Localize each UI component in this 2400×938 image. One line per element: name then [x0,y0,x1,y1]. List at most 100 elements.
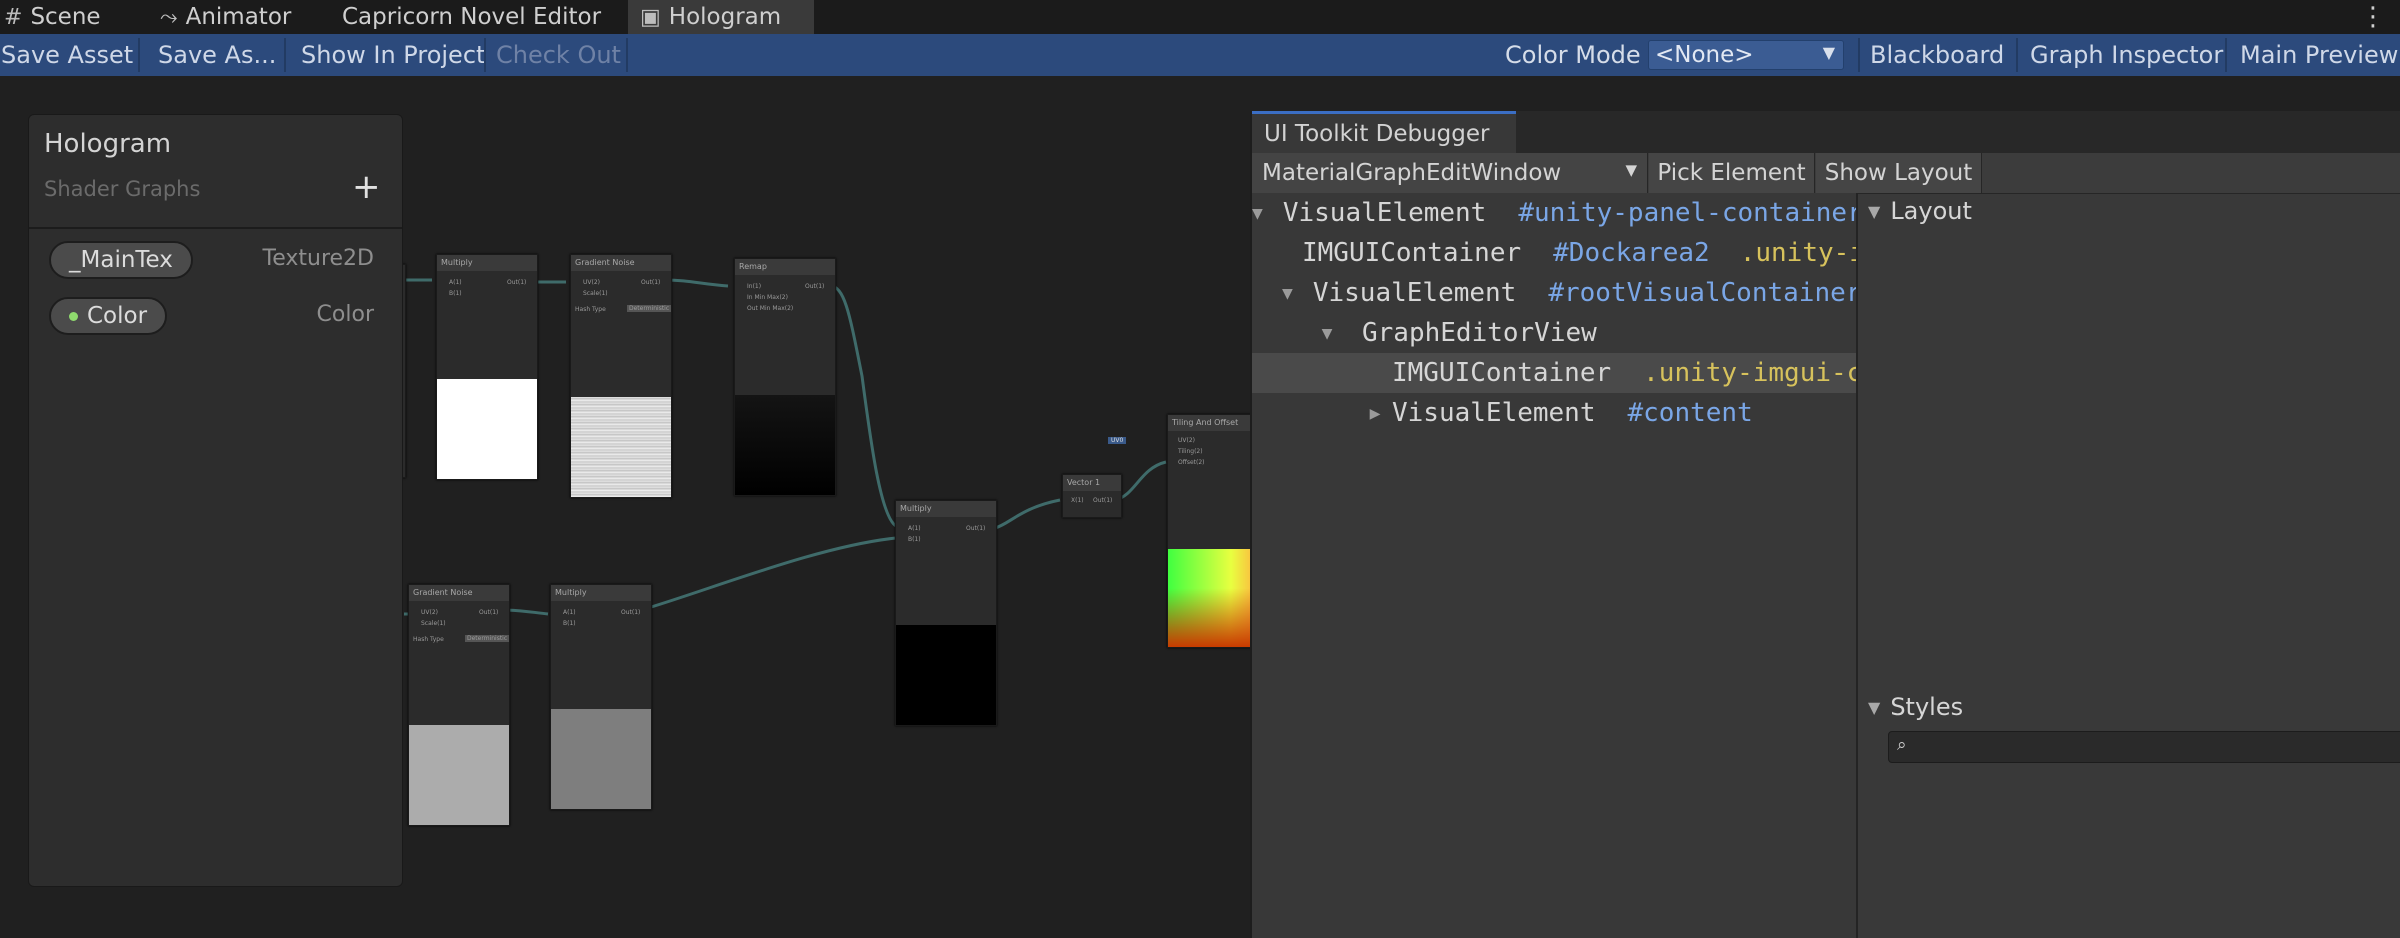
toolbar-divider [138,38,140,72]
port-label[interactable]: B(1) [908,536,921,543]
graph-canvas[interactable]: Multiply A(1) B(1) Out(1) Gradient Noise… [0,76,1252,938]
tab-ui-toolkit-debugger[interactable]: UI Toolkit Debugger [1252,111,1516,153]
expand-triangle-icon[interactable]: ▶ [1360,403,1390,424]
port-label[interactable]: UV(2) [583,279,600,286]
hash-type-dropdown[interactable]: Deterministic [627,305,672,312]
save-asset-button[interactable]: Save Asset [1,34,133,76]
wire [829,284,898,528]
port-label[interactable]: B(1) [449,290,462,297]
wire [994,498,1061,530]
search-icon: ⌕ [1897,735,1907,755]
show-layout-button[interactable]: Show Layout [1816,153,1982,193]
port-label: Hash Type [413,636,444,643]
port-label[interactable]: Tiling(2) [1178,448,1203,455]
port-label[interactable]: Out(1) [507,279,526,286]
node-gradient-noise[interactable]: Gradient Noise UV(2) Scale(1) Out(1) Has… [570,254,672,498]
port-label[interactable]: In(1) [747,283,761,290]
hierarchy-tree[interactable]: ▼ VisualElement #unity-panel-container I… [1252,193,1858,938]
element-type: VisualElement [1312,278,1517,308]
port-label[interactable]: Out(1) [966,525,985,532]
exposed-dot-icon [69,311,78,321]
node-title: Gradient Noise [571,255,671,271]
element-class: .unity-imgui-container [1643,358,1856,388]
color-mode-dropdown[interactable]: <None> ▼ [1648,40,1844,70]
port-label[interactable]: Out(1) [805,283,824,290]
port-label[interactable]: Scale(1) [421,620,446,627]
tree-row[interactable]: ▶ VisualElement #content [1252,393,1856,433]
toolbar-divider [2016,38,2018,72]
pick-element-button[interactable]: Pick Element [1649,153,1815,193]
node-multiply[interactable]: Multiply A(1) B(1) Out(1) [436,254,538,480]
node-preview [551,709,651,809]
tree-row[interactable]: ▼ VisualElement #unity-panel-container [1252,193,1856,233]
tree-row[interactable]: ▼ VisualElement #rootVisualContainer [1252,273,1858,313]
toolbar-divider [284,38,286,72]
element-id: #Dockarea2 [1553,238,1710,268]
port-label[interactable]: Out(1) [479,609,498,616]
port-label[interactable]: Scale(1) [583,290,608,297]
node-multiply-3[interactable]: Multiply A(1) B(1) Out(1) [895,500,997,726]
port-label[interactable]: Out Min Max(2) [747,305,793,312]
editor-tab-bar: # Scene ⤳ Animator Capricorn Novel Edito… [0,0,2400,34]
graph-inspector-button[interactable]: Graph Inspector [2030,34,2223,76]
port-label[interactable]: Out(1) [641,279,660,286]
styles-search-input[interactable]: ⌕ [1888,731,2400,763]
node-title: Tiling And Offset [1168,415,1252,431]
element-type: VisualElement [1282,198,1487,228]
tab-capricorn-novel-editor[interactable]: Capricorn Novel Editor [342,0,601,34]
node-preview [437,379,537,479]
tree-row[interactable]: IMGUIContainer #Dockarea2 .unity-imgui-c… [1252,233,1856,273]
tab-animator[interactable]: ⤳ Animator [160,0,291,34]
node-multiply-2[interactable]: Multiply A(1) B(1) Out(1) [550,584,652,810]
main-preview-button[interactable]: Main Preview [2240,34,2398,76]
more-options-icon[interactable]: ⋮ [2360,2,2386,32]
add-property-button[interactable]: + [352,167,381,207]
toolbar-divider [484,38,486,72]
port-label[interactable]: Offset(2) [1178,459,1205,466]
port-label[interactable]: UV(2) [421,609,438,616]
toolbar-divider [626,38,628,72]
hash-type-dropdown[interactable]: Deterministic [465,635,510,642]
port-label[interactable]: UV(2) [1178,437,1195,444]
port-label[interactable]: UV0 [1108,437,1127,444]
debugger-tab-bar: UI Toolkit Debugger [1252,111,2400,153]
tree-row[interactable]: ▼ GraphEditorView [1252,313,1856,353]
panel-dropdown[interactable]: MaterialGraphEditWindow ▼ [1252,153,1648,193]
graph-toolbar: Save Asset Save As... Show In Project Ch… [0,34,2400,76]
port-label[interactable]: Out(1) [1093,497,1112,504]
port-label[interactable]: In Min Max(2) [747,294,788,301]
element-id: #content [1627,398,1753,428]
tab-label: Capricorn Novel Editor [342,4,602,30]
port-label[interactable]: A(1) [563,609,576,616]
port-label[interactable]: Out(1) [621,609,640,616]
port-label[interactable]: A(1) [449,279,462,286]
layout-foldout[interactable]: ▼ Layout [1868,197,1972,225]
tab-scene[interactable]: # Scene [4,0,101,34]
node-remap[interactable]: Remap In(1) In Min Max(2) Out Min Max(2)… [734,258,836,496]
styles-foldout[interactable]: ▼ Styles [1868,693,1963,721]
port-label[interactable]: X(1) [1071,497,1084,504]
element-inspector: ▼ Layout ▼ Styles ⌕ [1858,193,2400,938]
node-title: Gradient Noise [409,585,509,601]
element-id: #rootVisualContainer [1548,278,1858,308]
ui-toolkit-debugger-window: UI Toolkit Debugger MaterialGraphEditWin… [1250,111,2400,938]
tab-label: Hologram [668,4,782,30]
save-as-button[interactable]: Save As... [158,34,276,76]
tab-hologram[interactable]: ▣ Hologram [628,0,814,34]
expand-triangle-icon[interactable]: ▼ [1252,203,1263,224]
node-tiling-and-offset[interactable]: Tiling And Offset UV(2) Tiling(2) Offset… [1108,414,1252,648]
port-label[interactable]: B(1) [563,620,576,627]
element-type: VisualElement [1392,398,1596,428]
node-gradient-noise-2[interactable]: Gradient Noise UV(2) Scale(1) Out(1) Has… [408,584,510,826]
check-out-button[interactable]: Check Out [496,34,621,76]
show-in-project-button[interactable]: Show In Project [301,34,485,76]
property-color[interactable]: Color [49,297,168,335]
tree-row-selected[interactable]: IMGUIContainer .unity-imgui-container [1252,353,1856,393]
port-label[interactable]: A(1) [908,525,921,532]
node-vector-1[interactable]: Vector 1 X(1) Out(1) [1062,474,1122,518]
debugger-toolbar: MaterialGraphEditWindow ▼ Pick Element S… [1252,153,2400,194]
blackboard-button[interactable]: Blackboard [1870,34,2004,76]
property-maintex[interactable]: _MainTex [49,241,193,279]
expand-triangle-icon[interactable]: ▼ [1282,283,1293,304]
expand-triangle-icon[interactable]: ▼ [1312,323,1342,344]
